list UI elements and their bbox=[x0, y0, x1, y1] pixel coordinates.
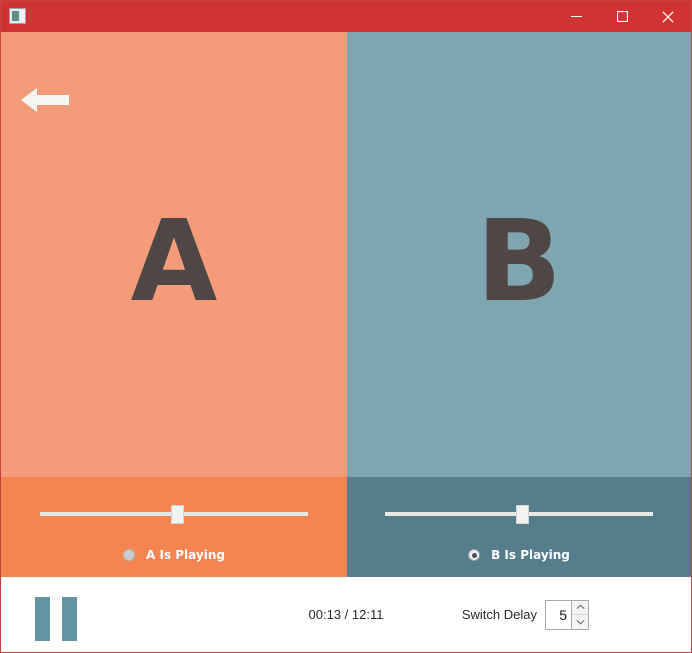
radio-a-is-playing[interactable] bbox=[123, 549, 136, 561]
close-icon[interactable] bbox=[645, 1, 691, 32]
maximize-icon[interactable] bbox=[599, 1, 645, 32]
app-icon-right-pane bbox=[20, 11, 23, 21]
chevron-up-icon[interactable] bbox=[572, 601, 588, 615]
application-window: A B A Is Playing B Is Playing 00:13 / 12… bbox=[0, 0, 692, 653]
radio-row-b[interactable]: B Is Playing bbox=[468, 548, 570, 562]
chevron-down-icon[interactable] bbox=[572, 615, 588, 629]
switch-delay-label: Switch Delay bbox=[461, 607, 537, 622]
pane-a[interactable]: A bbox=[1, 32, 347, 477]
switch-delay-value[interactable]: 5 bbox=[545, 599, 571, 630]
switch-delay-stepper[interactable]: 5 bbox=[545, 599, 589, 630]
app-window-icon bbox=[9, 8, 26, 24]
strip-a: A Is Playing bbox=[1, 477, 347, 577]
control-strips: A Is Playing B Is Playing bbox=[1, 477, 691, 577]
pane-a-letter: A bbox=[130, 196, 218, 327]
volume-slider-a[interactable] bbox=[40, 505, 308, 524]
back-arrow-icon[interactable] bbox=[19, 84, 71, 116]
radio-row-a[interactable]: A Is Playing bbox=[123, 548, 225, 562]
pane-b[interactable]: B bbox=[347, 32, 691, 477]
slider-thumb-a[interactable] bbox=[170, 505, 184, 524]
compare-panes: A B bbox=[1, 32, 691, 477]
minimize-icon[interactable] bbox=[553, 1, 599, 32]
app-icon-left-pane bbox=[12, 11, 19, 21]
switch-delay-group: Switch Delay 5 bbox=[461, 599, 589, 630]
radio-b-is-playing[interactable] bbox=[468, 549, 481, 561]
title-bar bbox=[1, 1, 691, 32]
switch-delay-buttons bbox=[571, 599, 589, 630]
pane-b-letter: B bbox=[476, 196, 562, 327]
volume-slider-b[interactable] bbox=[385, 505, 653, 524]
strip-b: B Is Playing bbox=[347, 477, 691, 577]
radio-a-label: A Is Playing bbox=[146, 548, 225, 562]
slider-thumb-b[interactable] bbox=[515, 505, 529, 524]
transport-bar: 00:13 / 12:11 Switch Delay 5 bbox=[1, 577, 691, 652]
radio-b-dot bbox=[471, 552, 477, 558]
radio-b-label: B Is Playing bbox=[491, 548, 570, 562]
